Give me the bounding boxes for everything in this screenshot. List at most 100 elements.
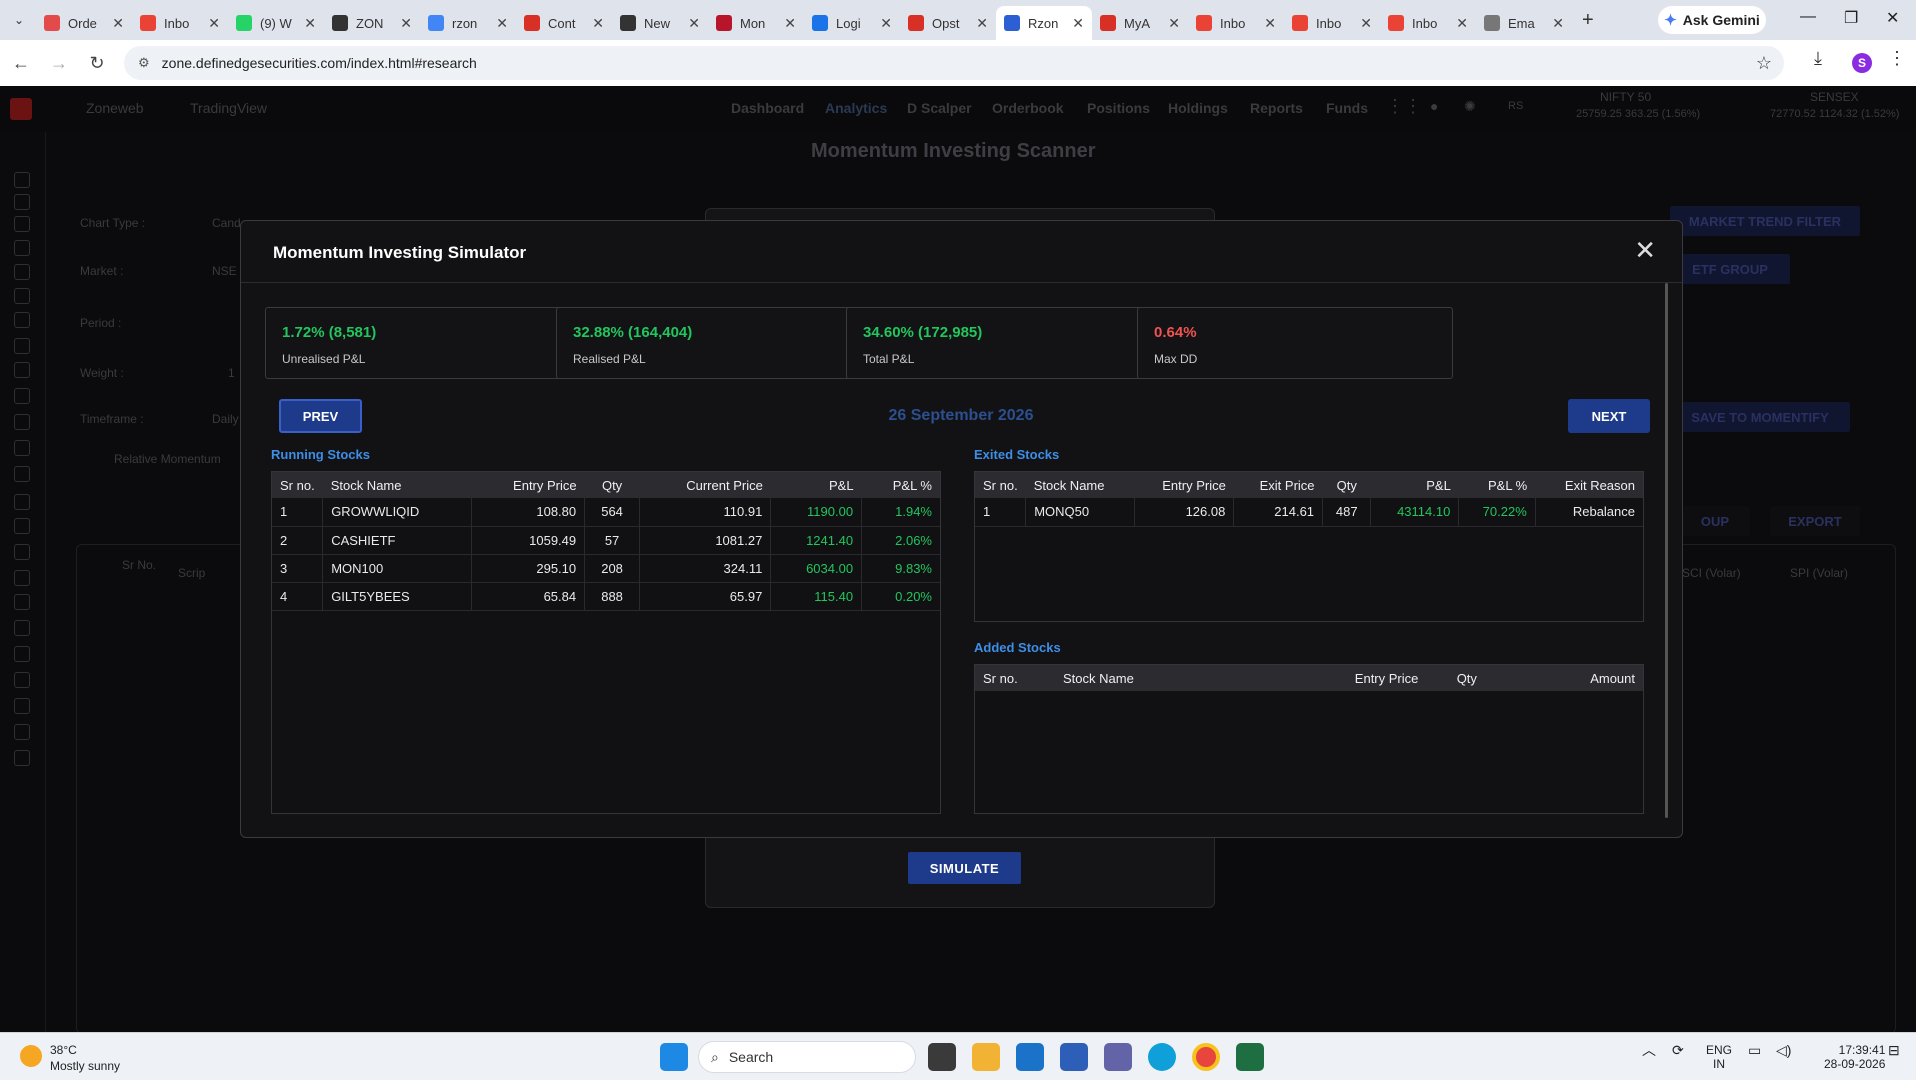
nav-holdings[interactable]: Holdings [1168, 100, 1228, 116]
tab-close-icon[interactable]: ✕ [208, 15, 220, 32]
column-header[interactable]: Stock Name [1055, 665, 1249, 691]
reload-icon[interactable]: ↻ [80, 53, 114, 74]
rail-menu-icon[interactable] [14, 750, 30, 766]
back-arrow-icon[interactable]: ← [4, 53, 38, 74]
column-header[interactable]: Stock Name [1026, 472, 1135, 498]
file-explorer-icon[interactable] [972, 1043, 1000, 1071]
nav-dashboard[interactable]: Dashboard [731, 100, 804, 116]
browser-tab[interactable]: Logi ✕ [804, 6, 900, 40]
rail-menu-icon[interactable] [14, 594, 30, 610]
tab-close-icon[interactable]: ✕ [1360, 15, 1372, 32]
new-tab-plus-icon[interactable]: + [1582, 9, 1594, 32]
modal-scrollbar[interactable] [1665, 283, 1668, 818]
save-to-momentify-button[interactable]: SAVE TO MOMENTIFY [1670, 402, 1850, 432]
rail-menu-icon[interactable] [14, 240, 30, 256]
chrome-icon[interactable] [1192, 1043, 1220, 1071]
apps-grid-icon[interactable]: ⋮⋮ [1386, 96, 1422, 117]
tab-close-icon[interactable]: ✕ [1072, 15, 1084, 32]
column-header[interactable]: Current Price [640, 472, 771, 498]
browser-tab[interactable]: Ema ✕ [1476, 6, 1572, 40]
relative-momentum-label[interactable]: Relative Momentum [114, 452, 221, 466]
value-weight[interactable]: 1 [228, 366, 235, 380]
nav-orderbook[interactable]: Orderbook [992, 100, 1064, 116]
column-header[interactable]: P&L [1371, 472, 1459, 498]
column-header[interactable]: Amount [1507, 665, 1643, 691]
rail-menu-icon[interactable] [14, 172, 30, 188]
tab-close-icon[interactable]: ✕ [112, 15, 124, 32]
browser-tab[interactable]: (9) W ✕ [228, 6, 324, 40]
weather-sun-icon[interactable] [20, 1045, 42, 1067]
profile-avatar[interactable]: S [1852, 53, 1872, 73]
rail-menu-icon[interactable] [14, 414, 30, 430]
group-button[interactable]: OUP [1680, 506, 1750, 536]
rail-menu-icon[interactable] [14, 620, 30, 636]
column-header[interactable]: Stock Name [323, 472, 472, 498]
column-header[interactable]: P&L % [1459, 472, 1535, 498]
rail-menu-icon[interactable] [14, 724, 30, 740]
column-header[interactable]: P&L [771, 472, 862, 498]
table-row[interactable]: 3 MON100 295.10 208 324.11 6034.00 9.83% [272, 554, 940, 583]
nav-zoneweb[interactable]: Zoneweb [86, 100, 144, 116]
task-view-icon[interactable] [928, 1043, 956, 1071]
browser-tab[interactable]: Rzon ✕ [996, 6, 1092, 40]
rail-menu-icon[interactable] [14, 518, 30, 534]
notifications-icon[interactable]: ⊟ [1888, 1043, 1900, 1057]
browser-tab[interactable]: New ✕ [612, 6, 708, 40]
tab-close-icon[interactable]: ✕ [496, 15, 508, 32]
user-badge[interactable]: RS [1508, 100, 1523, 112]
rail-menu-icon[interactable] [14, 440, 30, 456]
clock[interactable]: 17:39:41 28-09-2026 [1824, 1043, 1885, 1071]
rail-menu-icon[interactable] [14, 466, 30, 482]
browser-tab[interactable]: Opst ✕ [900, 6, 996, 40]
start-windows-icon[interactable] [660, 1043, 688, 1071]
weather-temperature[interactable]: 38°C [50, 1043, 77, 1057]
browser-tab[interactable]: Inbo ✕ [132, 6, 228, 40]
tab-close-icon[interactable]: ✕ [688, 15, 700, 32]
prev-button[interactable]: PREV [279, 399, 362, 433]
edge-icon[interactable] [1148, 1043, 1176, 1071]
weather-description[interactable]: Mostly sunny [50, 1059, 120, 1073]
restore-icon[interactable]: ❐ [1844, 8, 1858, 28]
browser-tab[interactable]: MyA ✕ [1092, 6, 1188, 40]
bookmark-star-icon[interactable]: ☆ [1756, 53, 1772, 74]
table-row[interactable]: 1 MONQ50 126.08 214.61 487 43114.10 70.22% Reba… [975, 498, 1643, 527]
column-header[interactable]: Entry Price [1249, 665, 1427, 691]
value-chart-type[interactable]: Cand [212, 216, 241, 230]
tab-close-icon[interactable]: ✕ [1456, 15, 1468, 32]
rail-menu-icon[interactable] [14, 698, 30, 714]
browser-tab[interactable]: Mon ✕ [708, 6, 804, 40]
nav-analytics[interactable]: Analytics [825, 100, 887, 116]
teams-icon[interactable] [1104, 1043, 1132, 1071]
column-header[interactable]: Sr no. [975, 472, 1026, 498]
tab-close-icon[interactable]: ✕ [976, 15, 988, 32]
value-timeframe[interactable]: Daily [212, 412, 239, 426]
tab-close-icon[interactable]: ✕ [1168, 15, 1180, 32]
excel-icon[interactable] [1236, 1043, 1264, 1071]
tab-close-icon[interactable]: ✕ [784, 15, 796, 32]
browser-tab[interactable]: ZON ✕ [324, 6, 420, 40]
rail-menu-icon[interactable] [14, 494, 30, 510]
tab-search-chevron-icon[interactable]: ⌄ [8, 9, 30, 31]
rail-menu-icon[interactable] [14, 570, 30, 586]
rail-menu-icon[interactable] [14, 264, 30, 280]
browser-tab[interactable]: Inbo ✕ [1380, 6, 1476, 40]
forward-arrow-icon[interactable]: → [42, 53, 76, 74]
nav-positions[interactable]: Positions [1087, 100, 1150, 116]
nav-tradingview[interactable]: TradingView [190, 100, 267, 116]
table-row[interactable]: 4 GILT5YBEES 65.84 888 65.97 115.40 0.20% [272, 582, 940, 611]
tab-close-icon[interactable]: ✕ [304, 15, 316, 32]
next-button[interactable]: NEXT [1568, 399, 1650, 433]
rail-menu-icon[interactable] [14, 672, 30, 688]
column-header[interactable]: Entry Price [1134, 472, 1234, 498]
simulate-button[interactable]: SIMULATE [908, 852, 1021, 884]
browser-tab[interactable]: rzon ✕ [420, 6, 516, 40]
column-header[interactable]: Exit Price [1234, 472, 1323, 498]
sync-icon[interactable]: ⟳ [1672, 1043, 1684, 1057]
menu-kebab-icon[interactable]: ⋮ [1888, 48, 1906, 69]
store-icon[interactable] [1060, 1043, 1088, 1071]
table-row[interactable]: 2 CASHIETF 1059.49 57 1081.27 1241.40 2.06% [272, 526, 940, 555]
column-header[interactable]: Sr no. [975, 665, 1055, 691]
rail-menu-icon[interactable] [14, 338, 30, 354]
nav-d-scalper[interactable]: D Scalper [907, 100, 972, 116]
rail-menu-icon[interactable] [14, 194, 30, 210]
